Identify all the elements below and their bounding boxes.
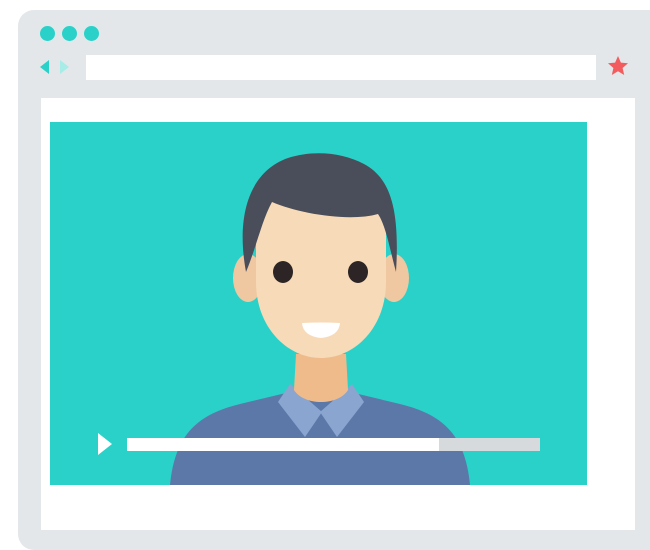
- play-icon[interactable]: [98, 433, 112, 455]
- back-arrow-icon[interactable]: [40, 60, 49, 74]
- video-progress-fill: [127, 438, 439, 451]
- star-icon[interactable]: [606, 54, 630, 78]
- window-dot-1[interactable]: [40, 26, 55, 41]
- avatar-eye-left: [273, 261, 293, 283]
- video-progress-bar[interactable]: [127, 438, 540, 451]
- window-dot-3[interactable]: [84, 26, 99, 41]
- window-dot-2[interactable]: [62, 26, 77, 41]
- address-bar[interactable]: [86, 55, 596, 80]
- avatar-eye-right: [348, 261, 368, 283]
- forward-arrow-icon[interactable]: [60, 60, 69, 74]
- person-avatar: [170, 153, 470, 485]
- video-player[interactable]: [50, 122, 587, 485]
- avatar-neck: [294, 354, 348, 402]
